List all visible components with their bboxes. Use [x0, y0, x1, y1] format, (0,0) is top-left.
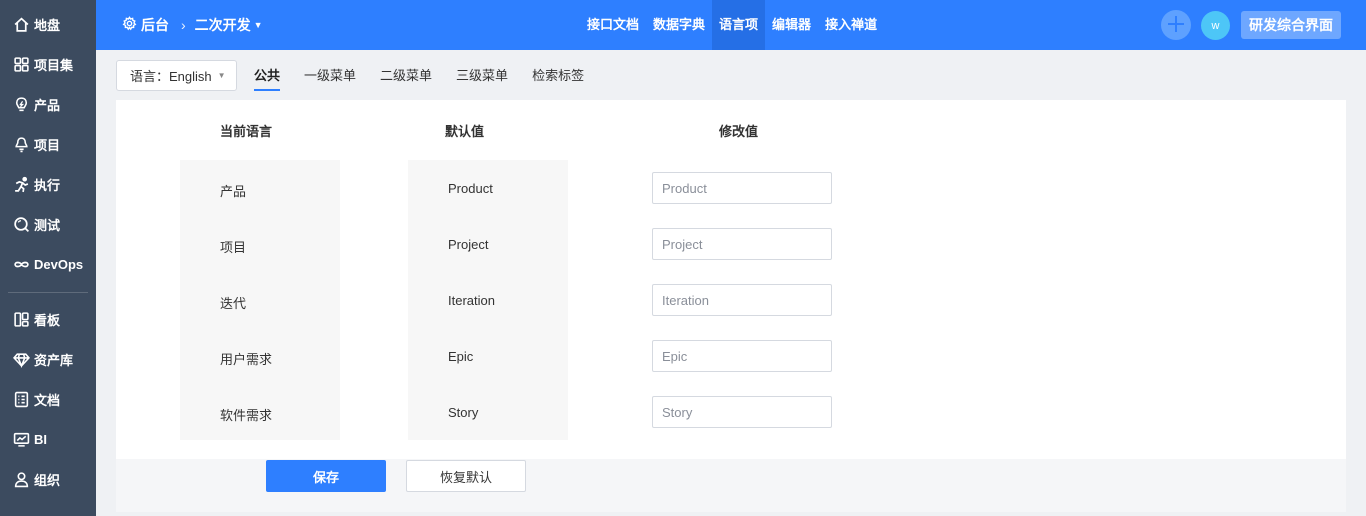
- default-value-cell: Iteration: [448, 293, 495, 308]
- nav-api-docs[interactable]: 接口文档: [580, 0, 646, 50]
- caret-down-icon[interactable]: ▼: [254, 20, 263, 30]
- sidebar-item-label: 地盘: [34, 17, 61, 33]
- monitor-icon: [13, 431, 30, 448]
- default-value-cell: Epic: [448, 349, 474, 364]
- tab-search-tags[interactable]: 检索标签: [532, 60, 584, 91]
- header-current-language: 当前语言: [220, 124, 273, 139]
- header-modified-value: 修改值: [719, 124, 759, 139]
- plus-icon: [1165, 13, 1187, 38]
- sidebar-item-label: 看板: [34, 312, 61, 328]
- tab-common[interactable]: 公共: [254, 60, 281, 91]
- sidebar-item-label: 测试: [34, 217, 61, 233]
- sidebar-item-project[interactable]: 项目: [0, 124, 96, 164]
- sidebar-item-product[interactable]: 产品: [0, 84, 96, 124]
- doc-icon: [13, 391, 30, 408]
- sidebar-divider: [8, 292, 88, 293]
- sidebar-item-label: 项目集: [34, 57, 74, 73]
- sidebar-item-label: 项目: [34, 137, 61, 153]
- sidebar-item-execution[interactable]: 执行: [0, 164, 96, 204]
- nav-integrate-zentao[interactable]: 接入禅道: [818, 0, 884, 50]
- top-header: 后台 › 二次开发 ▼ 接口文档 数据字典 语言项 编辑器 接入禅道 w 研发综…: [96, 0, 1366, 50]
- nav-language-items[interactable]: 语言项: [712, 0, 766, 50]
- restore-default-button[interactable]: 恢复默认: [406, 460, 526, 492]
- switch-interface-button[interactable]: 研发综合界面: [1241, 11, 1341, 39]
- sidebar-item-label: DevOps: [34, 256, 84, 272]
- caret-down-icon: ▼: [217, 71, 226, 80]
- sidebar-item-label: 组织: [34, 472, 61, 488]
- diamond-icon: [13, 351, 30, 368]
- sidebar-item-devops[interactable]: DevOps: [0, 244, 96, 284]
- modified-value-input[interactable]: [652, 172, 832, 204]
- current-language-cell: 软件需求: [220, 408, 273, 423]
- nav-editor[interactable]: 编辑器: [765, 0, 818, 50]
- language-select-value: 语言：English: [130, 69, 212, 84]
- chevron-right-icon: ›: [181, 17, 186, 33]
- modified-value-input[interactable]: [652, 228, 832, 260]
- top-nav: 接口文档 数据字典 语言项 编辑器 接入禅道: [580, 0, 884, 50]
- tab-level2-menu[interactable]: 二级菜单: [380, 60, 432, 91]
- lightbulb-icon: [13, 96, 30, 113]
- module-tabs: 公共 一级菜单 二级菜单 三级菜单 检索标签: [254, 60, 608, 91]
- sidebar-item-label: 产品: [34, 97, 61, 113]
- run-icon: [13, 176, 30, 193]
- tab-level3-menu[interactable]: 三级菜单: [456, 60, 508, 91]
- sidebar-item-docs[interactable]: 文档: [0, 379, 96, 419]
- language-select[interactable]: 语言：English ▼: [116, 60, 237, 91]
- grid-icon: [13, 56, 30, 73]
- gear-icon: [122, 16, 141, 34]
- sidebar-item-label: BI: [34, 431, 47, 447]
- nav-data-dictionary[interactable]: 数据字典: [646, 0, 712, 50]
- sidebar-item-organization[interactable]: 组织: [0, 459, 96, 499]
- breadcrumb-root[interactable]: 后台: [141, 15, 169, 35]
- default-value-cell: Project: [448, 237, 489, 252]
- breadcrumb: 后台 › 二次开发 ▼: [122, 0, 263, 50]
- header-default-value: 默认值: [445, 124, 485, 139]
- kanban-icon: [13, 311, 30, 328]
- current-language-cell: 项目: [220, 240, 247, 255]
- project-icon: [13, 136, 30, 153]
- infinity-icon: [13, 256, 30, 273]
- sidebar-item-label: 文档: [34, 392, 61, 408]
- save-button[interactable]: 保存: [266, 460, 386, 492]
- home-icon: [13, 16, 30, 33]
- sidebar-item-assets[interactable]: 资产库: [0, 339, 96, 379]
- avatar[interactable]: w: [1201, 11, 1230, 40]
- language-table: 当前语言 默认值 修改值 产品 Product 项目 Project 迭代 It…: [116, 100, 1346, 459]
- test-icon: [13, 216, 30, 233]
- form-actions: 保存 恢复默认: [116, 459, 1346, 512]
- sidebar-item-label: 资产库: [34, 352, 74, 368]
- current-language-cell: 用户需求: [220, 352, 273, 367]
- current-language-column: [180, 160, 340, 440]
- default-value-cell: Story: [448, 405, 479, 420]
- create-button[interactable]: [1161, 10, 1191, 40]
- sidebar-item-label: 执行: [34, 177, 61, 193]
- breadcrumb-current[interactable]: 二次开发: [195, 15, 251, 35]
- user-icon: [13, 471, 30, 488]
- sidebar: 地盘 项目集 产品 项目 执行 测试 DevOps 看板 资产库 文档 BI 组…: [0, 0, 96, 516]
- modified-value-input[interactable]: [652, 340, 832, 372]
- sidebar-item-test[interactable]: 测试: [0, 204, 96, 244]
- modified-value-input[interactable]: [652, 284, 832, 316]
- sidebar-item-kanban[interactable]: 看板: [0, 299, 96, 339]
- default-value-cell: Product: [448, 181, 493, 196]
- current-language-cell: 产品: [220, 184, 247, 199]
- sidebar-item-bi[interactable]: BI: [0, 419, 96, 459]
- modified-value-input[interactable]: [652, 396, 832, 428]
- tab-level1-menu[interactable]: 一级菜单: [304, 60, 356, 91]
- current-language-cell: 迭代: [220, 296, 247, 311]
- sidebar-item-dashboard[interactable]: 地盘: [0, 4, 96, 44]
- sidebar-item-program[interactable]: 项目集: [0, 44, 96, 84]
